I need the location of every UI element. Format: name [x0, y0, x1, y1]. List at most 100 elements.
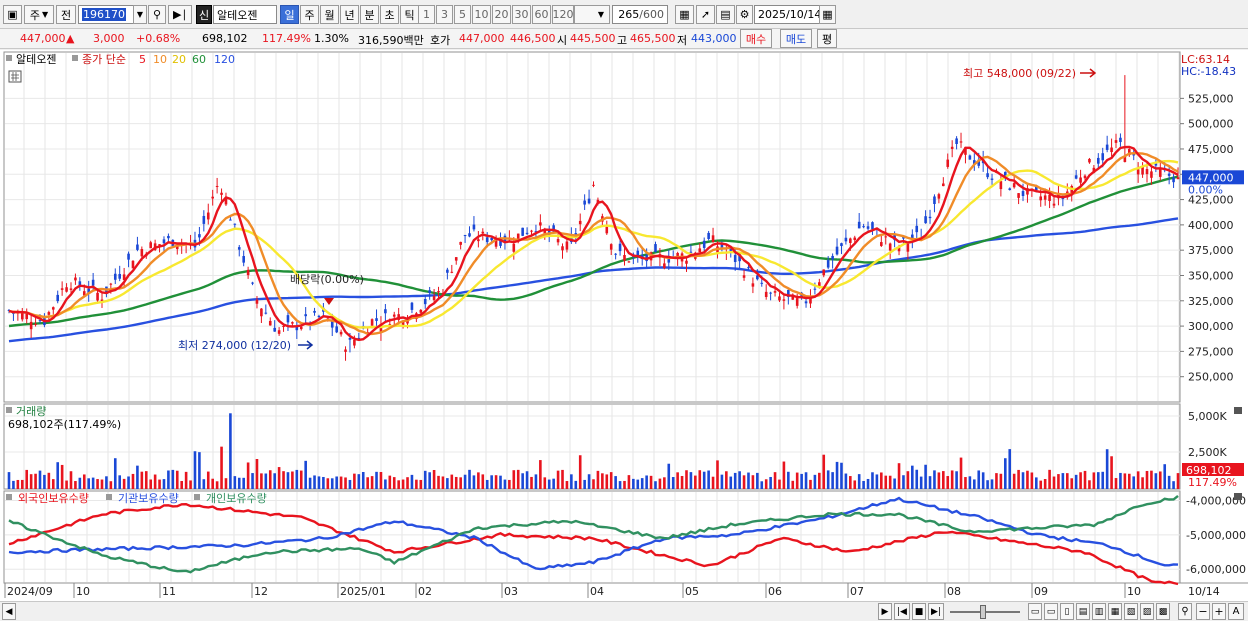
chart-scrollbar[interactable]: ◀ ▶ |◀ ■ ▶| ▭ ▭ ▯ ▤ ▥ ▦ ▧ ▨ ▩ ⚲ − + A: [0, 601, 1248, 621]
volume-bar: [964, 477, 967, 489]
zoom-search-icon[interactable]: ⚲: [1178, 603, 1192, 620]
scroll-left-arrow-icon[interactable]: ◀: [2, 603, 16, 620]
timeframe-tab-4[interactable]: 분: [360, 5, 379, 24]
candle-body: [583, 200, 586, 205]
volume-bar: [109, 481, 113, 489]
timeframe-tab-6[interactable]: 틱: [400, 5, 419, 24]
candle-body: [1114, 140, 1118, 143]
grid-toggle-icon[interactable]: [8, 70, 22, 83]
interval-button-120[interactable]: 120: [552, 5, 574, 24]
x-axis-label: 07: [850, 585, 864, 598]
volume-bar: [716, 460, 719, 489]
volume-bar: [596, 470, 600, 489]
layout-7-icon[interactable]: ▧: [1124, 603, 1138, 620]
layout-4-icon[interactable]: ▤: [1076, 603, 1090, 620]
volume-bar: [282, 471, 285, 489]
volume-bar: [1079, 472, 1082, 489]
stock-code-input[interactable]: 196170: [78, 5, 138, 24]
prefix-button[interactable]: 전: [56, 5, 76, 24]
candle-body: [490, 237, 493, 241]
volume-bar: [959, 457, 963, 489]
zoom-in-icon[interactable]: +: [1212, 603, 1226, 620]
window-menu-icon[interactable]: ▣: [3, 5, 22, 24]
eval-button[interactable]: 평: [817, 29, 837, 48]
volume-bar: [1088, 480, 1091, 489]
layout-2-icon[interactable]: ▭: [1044, 603, 1058, 620]
quote-amount: 316,590백만: [358, 34, 424, 47]
candle-body: [764, 291, 768, 298]
candle-body: [481, 231, 485, 234]
layout-9-icon[interactable]: ▩: [1156, 603, 1170, 620]
candle-body: [370, 319, 374, 326]
candle-body: [937, 194, 941, 199]
sell-button[interactable]: 매도: [780, 29, 812, 48]
chart-area[interactable]: 525,000500,000475,000450,000425,000400,0…: [0, 50, 1248, 621]
volume-bar: [34, 473, 37, 489]
volume-bar: [552, 478, 555, 489]
volume-bar: [751, 475, 755, 489]
speaker-icon[interactable]: ▶∣: [168, 5, 192, 24]
zoom-out-icon[interactable]: −: [1196, 603, 1210, 620]
gear-icon[interactable]: ⚙: [736, 5, 753, 24]
layout-5-icon[interactable]: ▥: [1092, 603, 1106, 620]
candle-body: [317, 315, 321, 318]
timeframe-tab-3[interactable]: 년: [340, 5, 359, 24]
timeframe-tab-5[interactable]: 초: [380, 5, 399, 24]
interval-custom-select[interactable]: ▼: [574, 5, 610, 24]
interval-button-10[interactable]: 10: [472, 5, 491, 24]
ma-period-120: 120: [214, 53, 235, 66]
volume-bar: [113, 458, 117, 489]
volume-bar: [818, 472, 821, 489]
candle-body: [924, 216, 927, 224]
interval-button-60[interactable]: 60: [532, 5, 551, 24]
stop-icon[interactable]: ■: [912, 603, 926, 620]
volume-bar: [1048, 469, 1051, 489]
candle-body: [1083, 175, 1087, 179]
volume-bar: [1136, 471, 1140, 489]
volume-bar: [20, 479, 24, 489]
layout-6-icon[interactable]: ▦: [1108, 603, 1122, 620]
interval-button-30[interactable]: 30: [512, 5, 531, 24]
stock-chart[interactable]: 525,000500,000475,000450,000425,000400,0…: [0, 50, 1248, 601]
period-type-select[interactable]: 주 ▼: [24, 5, 54, 24]
volume-bar: [1039, 480, 1043, 489]
scroll-first-icon[interactable]: |◀: [894, 603, 910, 620]
zoom-slider-handle[interactable]: [980, 605, 986, 619]
timeframe-tab-0[interactable]: 일: [280, 5, 299, 24]
save-icon[interactable]: ▤: [716, 5, 735, 24]
stock-name-field[interactable]: 알테오젠: [213, 5, 277, 24]
calendar-icon[interactable]: ▦: [819, 5, 836, 24]
candle-body: [663, 263, 666, 269]
layout-1-icon[interactable]: ▭: [1028, 603, 1042, 620]
candle-body: [831, 255, 834, 260]
quote-vol-ratio: 117.49%: [262, 32, 311, 45]
volume-bar: [459, 477, 462, 489]
candle-body: [778, 296, 781, 301]
investor-panel-close-icon[interactable]: [1234, 493, 1242, 500]
font-size-icon[interactable]: A: [1228, 603, 1244, 620]
interval-button-1[interactable]: 1: [418, 5, 435, 24]
code-dropdown-icon[interactable]: ▼: [133, 5, 147, 24]
layout-8-icon[interactable]: ▨: [1140, 603, 1154, 620]
interval-button-20[interactable]: 20: [492, 5, 511, 24]
candle-body: [826, 260, 830, 268]
buy-button[interactable]: 매수: [740, 29, 772, 48]
chart-tools-icon[interactable]: ▦: [675, 5, 694, 24]
candle-body: [530, 230, 533, 232]
scroll-right-arrow-icon[interactable]: ▶: [878, 603, 892, 620]
volume-bar: [224, 478, 228, 489]
scroll-last-icon[interactable]: ▶|: [928, 603, 944, 620]
draw-line-icon[interactable]: ➚: [696, 5, 715, 24]
timeframe-tab-2[interactable]: 월: [320, 5, 339, 24]
volume-panel-close-icon[interactable]: [1234, 407, 1242, 414]
layout-3-icon[interactable]: ▯: [1060, 603, 1074, 620]
candle-body: [707, 232, 710, 239]
interval-button-5[interactable]: 5: [454, 5, 471, 24]
timeframe-tab-1[interactable]: 주: [300, 5, 319, 24]
search-icon[interactable]: ⚲: [148, 5, 166, 24]
volume-bar: [685, 470, 688, 489]
candle-body: [246, 269, 250, 276]
count-input[interactable]: 265/600: [612, 5, 668, 24]
interval-button-3[interactable]: 3: [436, 5, 453, 24]
volume-bar: [463, 474, 467, 489]
